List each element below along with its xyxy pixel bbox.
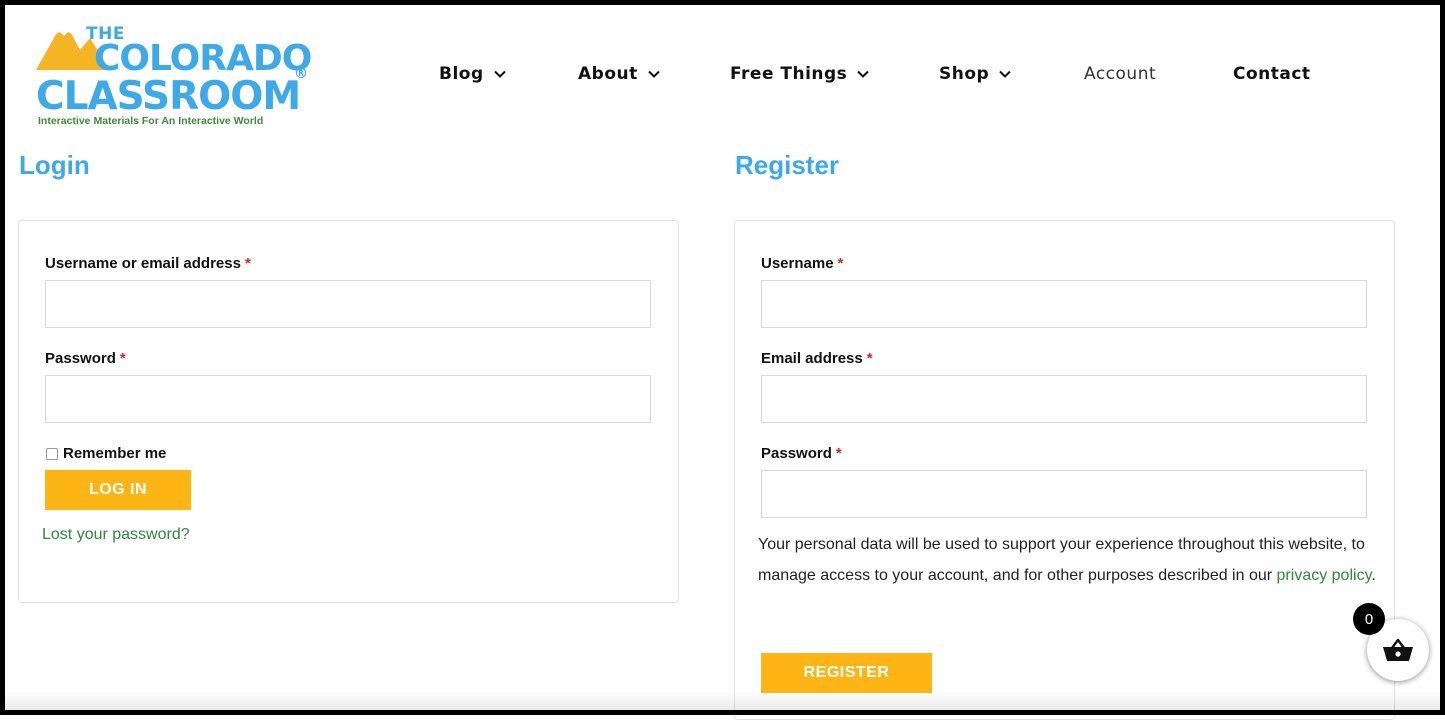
logo-classroom: CLASSROOM xyxy=(36,74,301,119)
lost-password-link[interactable]: Lost your password? xyxy=(42,526,190,544)
register-password-input[interactable] xyxy=(761,470,1367,518)
required-mark: * xyxy=(837,255,844,272)
required-mark: * xyxy=(835,445,842,462)
login-password-input[interactable] xyxy=(45,375,651,423)
nav-item-account[interactable]: Account xyxy=(1084,60,1156,88)
nav-item-shop[interactable]: Shop xyxy=(939,60,1011,88)
label-text: Username or email address xyxy=(45,255,241,272)
chevron-down-icon xyxy=(493,70,506,78)
nav-item-contact[interactable]: Contact xyxy=(1233,60,1311,88)
login-button[interactable]: LOG IN xyxy=(45,470,191,510)
required-mark: * xyxy=(119,350,126,367)
chevron-down-icon xyxy=(857,70,870,78)
privacy-notice: Your personal data will be used to suppo… xyxy=(758,529,1378,591)
nav-label: Account xyxy=(1084,64,1157,84)
register-username-label: Username * xyxy=(761,255,843,272)
remember-me-label[interactable]: Remember me xyxy=(63,445,166,462)
privacy-policy-link[interactable]: privacy policy xyxy=(1277,567,1372,584)
nav-label: About xyxy=(578,64,638,84)
label-text: Email address xyxy=(761,350,863,367)
nav-item-about[interactable]: About xyxy=(578,60,660,88)
chevron-down-icon xyxy=(999,70,1011,78)
cart-count-badge: 0 xyxy=(1353,603,1385,635)
login-username-label: Username or email address * xyxy=(45,255,251,272)
label-text: Password xyxy=(761,445,832,462)
bottom-fade xyxy=(5,690,1440,710)
nav-label: Shop xyxy=(939,64,990,84)
register-email-label: Email address * xyxy=(761,350,873,367)
nav-label: Free Things xyxy=(730,64,848,84)
chevron-down-icon xyxy=(648,70,660,78)
site-logo[interactable]: THE COLORADO ® CLASSROOM Interactive Mat… xyxy=(34,18,314,130)
register-button[interactable]: REGISTER xyxy=(761,653,932,693)
logo-tagline: Interactive Materials For An Interactive… xyxy=(38,115,264,127)
register-title: Register xyxy=(735,150,840,180)
required-mark: * xyxy=(244,255,251,272)
basket-icon xyxy=(1383,638,1413,661)
label-text: Username xyxy=(761,255,834,272)
login-password-label: Password * xyxy=(45,350,126,367)
register-password-label: Password * xyxy=(761,445,842,462)
privacy-text-end: . xyxy=(1371,567,1376,584)
nav-item-blog[interactable]: Blog xyxy=(439,60,506,88)
logo-colorado: COLORADO xyxy=(94,38,312,79)
label-text: Password xyxy=(45,350,116,367)
nav-label: Blog xyxy=(439,64,484,84)
remember-me-checkbox[interactable] xyxy=(46,448,58,460)
register-email-input[interactable] xyxy=(761,375,1367,423)
nav-item-free-things[interactable]: Free Things xyxy=(730,60,870,88)
nav-label: Contact xyxy=(1233,64,1311,84)
login-title: Login xyxy=(19,150,90,180)
privacy-text: Your personal data will be used to suppo… xyxy=(758,536,1365,584)
login-username-input[interactable] xyxy=(45,280,651,328)
register-username-input[interactable] xyxy=(761,280,1367,328)
required-mark: * xyxy=(866,350,873,367)
